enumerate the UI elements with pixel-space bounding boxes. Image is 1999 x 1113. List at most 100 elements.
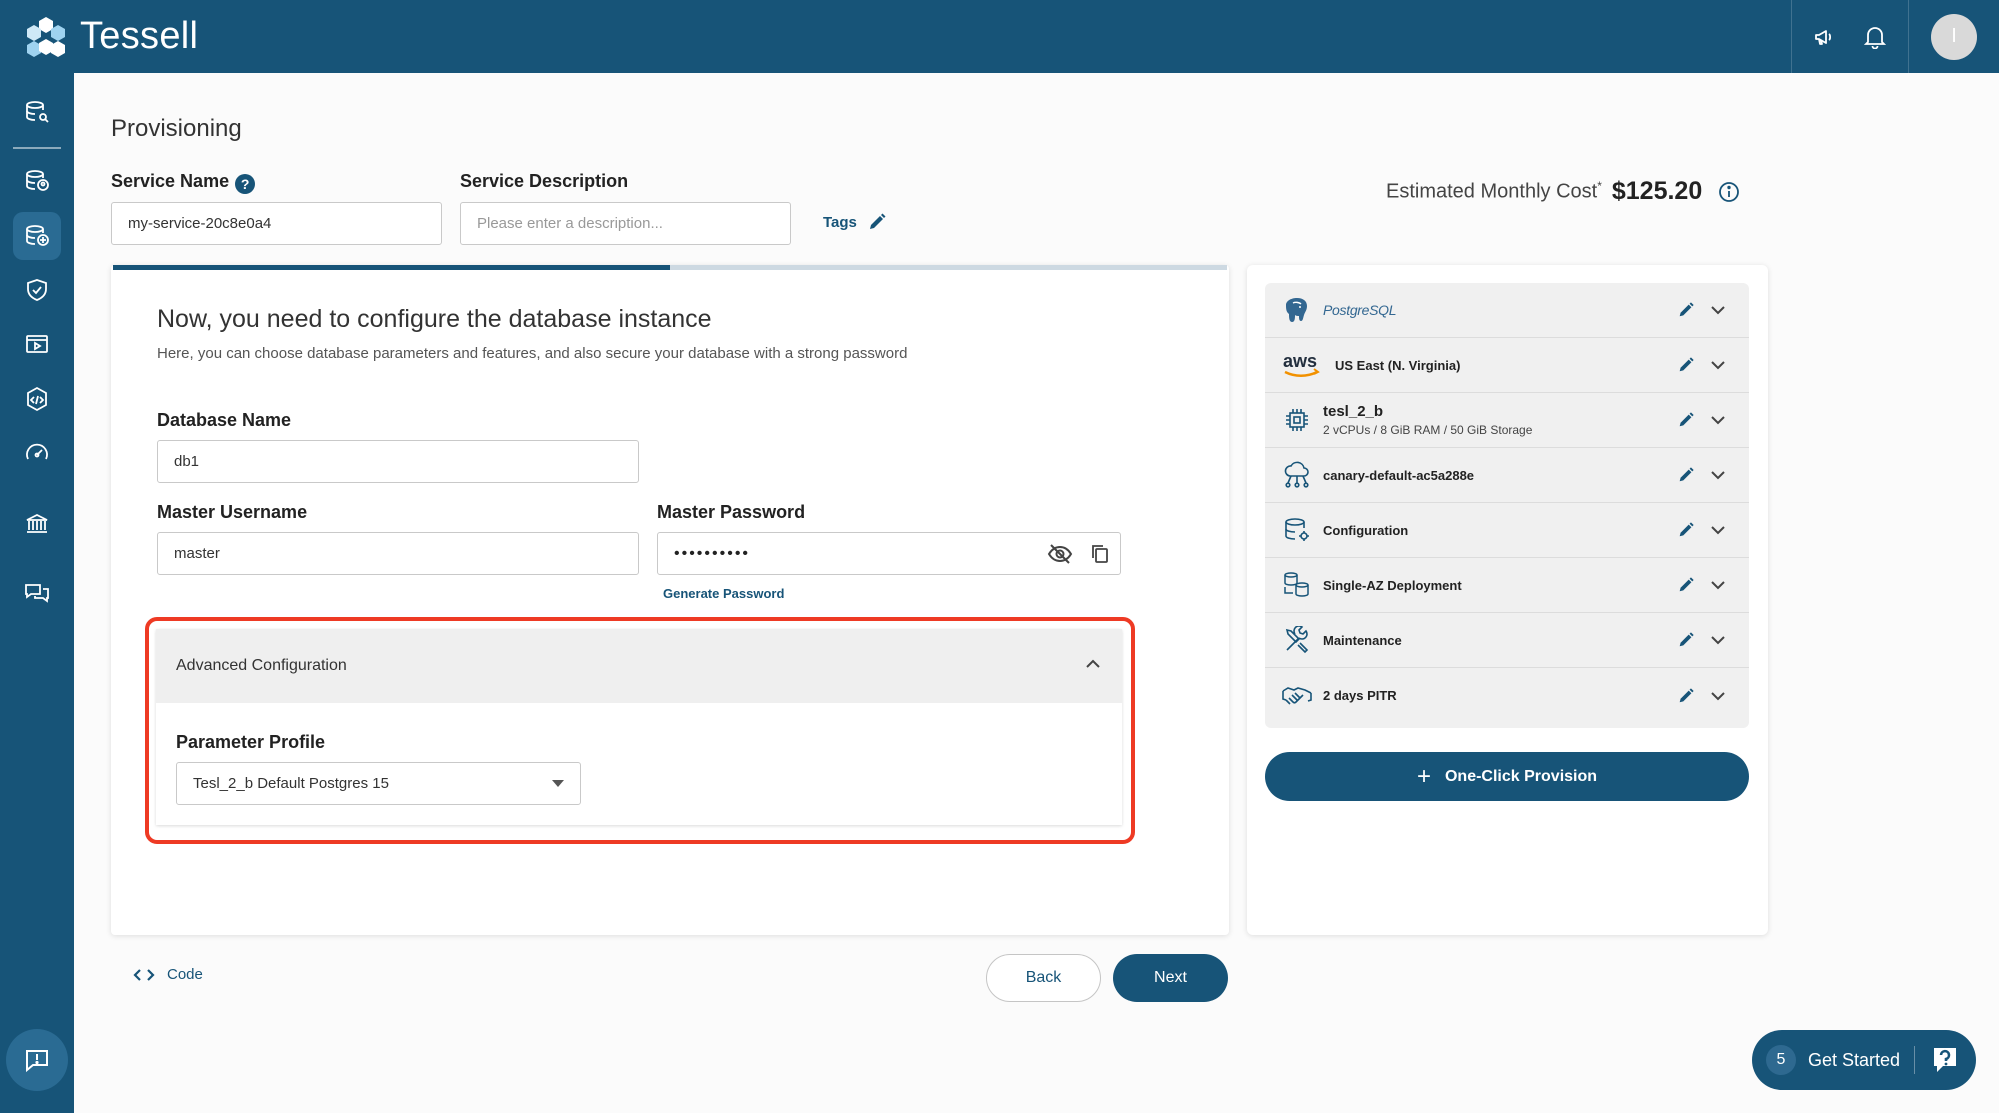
service-name-label: Service Name?	[111, 171, 256, 194]
summary-row-configuration[interactable]: Configuration	[1265, 503, 1749, 558]
summary-row-maintenance[interactable]: Maintenance	[1265, 613, 1749, 668]
chevron-down-icon[interactable]	[1705, 297, 1731, 323]
configure-heading: Now, you need to configure the database …	[157, 305, 712, 333]
announcement-icon[interactable]	[1800, 12, 1850, 62]
summary-row-pitr[interactable]: 2 days PITR	[1265, 668, 1749, 723]
chevron-up-icon	[1084, 657, 1102, 675]
summary-configuration-label: Configuration	[1323, 522, 1409, 538]
chevron-down-icon[interactable]	[1705, 462, 1731, 488]
configure-subheading: Here, you can choose database parameters…	[157, 345, 908, 362]
service-name-input[interactable]	[111, 202, 442, 245]
shield-check-icon[interactable]	[13, 266, 61, 314]
master-username-label: Master Username	[157, 502, 308, 522]
cpu-chip-icon	[1281, 404, 1313, 436]
service-description-label: Service Description	[460, 171, 629, 191]
master-username-input[interactable]	[157, 532, 639, 575]
chevron-down-icon[interactable]	[1705, 352, 1731, 378]
generate-password-link[interactable]: Generate Password	[663, 586, 784, 601]
brand[interactable]: Tessell	[22, 13, 198, 61]
summary-region-label: US East (N. Virginia)	[1335, 357, 1461, 373]
summary-pitr-label: 2 days PITR	[1323, 688, 1397, 703]
pencil-icon[interactable]	[1673, 297, 1699, 323]
summary-deployment-label: Single-AZ Deployment	[1323, 577, 1462, 593]
database-name-input[interactable]	[157, 440, 639, 483]
chevron-down-icon[interactable]	[1705, 407, 1731, 433]
summary-row-engine[interactable]: PostgreSQL	[1265, 283, 1749, 338]
pencil-icon[interactable]	[1673, 462, 1699, 488]
parameter-profile-label: Parameter Profile	[176, 732, 326, 752]
code-label: Code	[167, 966, 203, 983]
service-description-input[interactable]	[460, 202, 791, 245]
copy-icon[interactable]	[1080, 534, 1120, 574]
summary-network-label: canary-default-ac5a288e	[1323, 467, 1475, 483]
code-brackets-icon	[133, 967, 155, 983]
summary-row-region[interactable]: aws US East (N. Virginia)	[1265, 338, 1749, 393]
get-started-count: 5	[1766, 1045, 1796, 1075]
advanced-configuration-header[interactable]: Advanced Configuration	[156, 629, 1122, 703]
pencil-icon[interactable]	[1673, 352, 1699, 378]
bell-icon[interactable]	[1850, 12, 1900, 62]
parameter-profile-value: Tesl_2_b Default Postgres 15	[193, 775, 389, 792]
advanced-configuration-title: Advanced Configuration	[176, 657, 347, 674]
pencil-icon[interactable]	[1673, 517, 1699, 543]
top-bar: Tessell I	[0, 0, 1999, 73]
advanced-configuration-panel: Advanced Configuration Parameter Profile…	[156, 629, 1122, 825]
chevron-down-icon[interactable]	[1705, 627, 1731, 653]
summary-list: PostgreSQL aws US East (N. Virginia) tes…	[1265, 283, 1749, 728]
database-name-label: Database Name	[157, 410, 292, 430]
database-add-icon[interactable]	[13, 212, 61, 260]
summary-card: PostgreSQL aws US East (N. Virginia) tes…	[1247, 265, 1768, 935]
chat-bubbles-icon[interactable]	[13, 570, 61, 618]
pencil-icon[interactable]	[1673, 627, 1699, 653]
postgresql-icon	[1281, 294, 1313, 326]
summary-compute-label: tesl_2_b	[1323, 403, 1384, 420]
one-click-provision-button[interactable]: + One-Click Provision	[1265, 752, 1749, 801]
chevron-down-icon[interactable]	[1705, 683, 1731, 709]
tags-link[interactable]: Tags	[823, 212, 887, 232]
aws-icon: aws	[1281, 349, 1325, 381]
svg-text:aws: aws	[1283, 351, 1317, 371]
back-button[interactable]: Back	[986, 954, 1101, 1002]
bank-icon[interactable]	[13, 500, 61, 548]
help-icon[interactable]: ?	[235, 174, 256, 194]
get-started-divider	[1914, 1046, 1916, 1074]
pencil-icon	[867, 212, 887, 232]
info-icon[interactable]	[1718, 181, 1740, 203]
code-box-icon[interactable]	[13, 375, 61, 423]
tools-icon	[1281, 624, 1313, 656]
pencil-icon[interactable]	[1673, 683, 1699, 709]
pencil-icon[interactable]	[1673, 572, 1699, 598]
next-button[interactable]: Next	[1113, 954, 1228, 1002]
summary-row-deployment[interactable]: Single-AZ Deployment	[1265, 558, 1749, 613]
chevron-down-icon[interactable]	[1705, 572, 1731, 598]
top-divider	[1791, 0, 1792, 73]
code-link[interactable]: Code	[133, 966, 203, 983]
master-password-label: Master Password	[657, 502, 806, 522]
top-divider	[1908, 0, 1909, 73]
page-title: Provisioning	[111, 115, 242, 142]
eye-off-icon[interactable]	[1040, 534, 1080, 574]
handshake-icon	[1281, 680, 1313, 712]
get-started-button[interactable]: 5 Get Started	[1752, 1030, 1976, 1090]
tessell-logo-icon	[27, 16, 65, 57]
chevron-down-icon[interactable]	[1705, 517, 1731, 543]
speedometer-icon[interactable]	[13, 429, 61, 477]
feedback-button[interactable]	[6, 1029, 68, 1091]
estimated-cost: Estimated Monthly Cost* $125.20	[1386, 177, 1740, 206]
help-chat-icon	[1929, 1044, 1961, 1076]
master-password-input[interactable]: ••••••••••	[657, 532, 1121, 575]
wizard-progress-bar	[113, 265, 1227, 270]
summary-row-compute[interactable]: tesl_2_b 2 vCPUs / 8 GiB RAM / 50 GiB Sto…	[1265, 393, 1749, 448]
summary-compute-spec: 2 vCPUs / 8 GiB RAM / 50 GiB Storage	[1323, 423, 1533, 437]
database-user-icon[interactable]	[13, 157, 61, 205]
pencil-icon[interactable]	[1673, 407, 1699, 433]
database-search-icon[interactable]	[13, 88, 61, 136]
sidebar-separator	[13, 147, 61, 149]
tags-label: Tags	[823, 213, 857, 231]
summary-row-network[interactable]: canary-default-ac5a288e	[1265, 448, 1749, 503]
database-config-icon	[1281, 514, 1313, 546]
parameter-profile-select[interactable]: Tesl_2_b Default Postgres 15	[176, 762, 581, 805]
play-screen-icon[interactable]	[13, 320, 61, 368]
summary-engine-label: PostgreSQL	[1323, 302, 1397, 318]
user-avatar[interactable]: I	[1931, 13, 1977, 60]
